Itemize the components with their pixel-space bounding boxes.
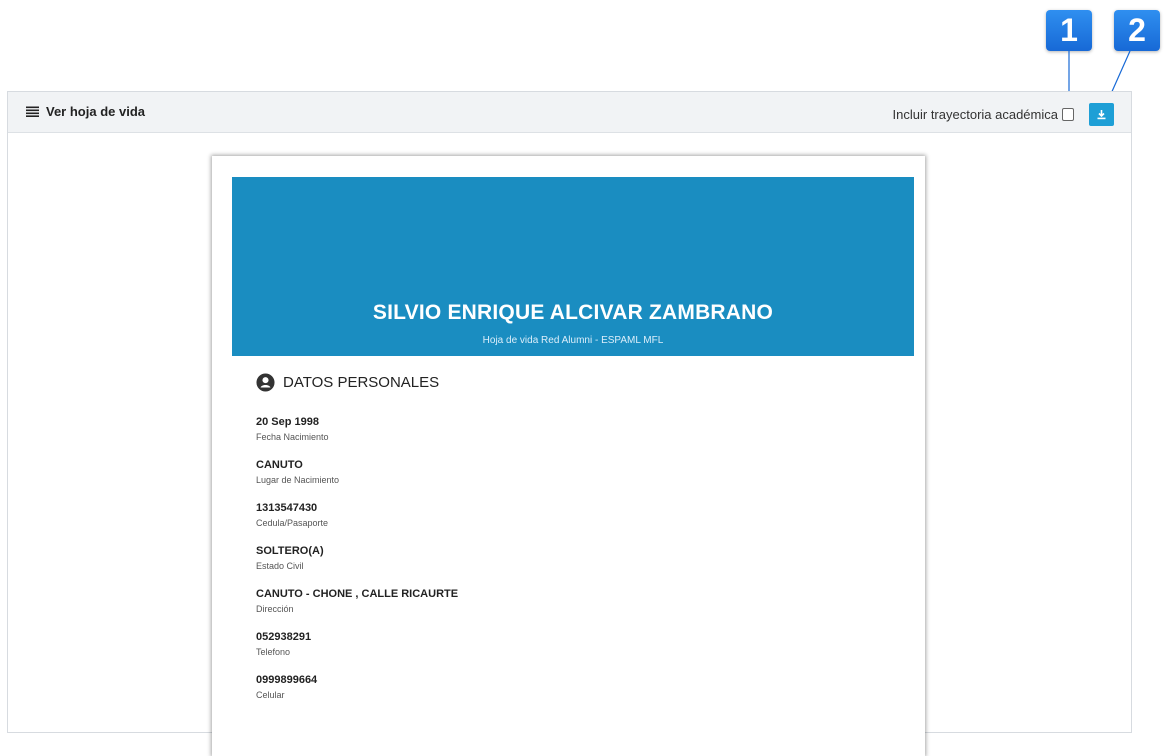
field-mobile: 0999899664 Celular: [256, 674, 317, 700]
panel-title: Ver hoja de vida: [46, 104, 145, 119]
section-title: DATOS PERSONALES: [283, 374, 440, 391]
field-id-number: 1313547430 Cedula/Pasaporte: [256, 502, 328, 528]
callout-badge-1: 1: [1046, 10, 1092, 51]
panel-title-group: Ver hoja de vida: [26, 104, 145, 119]
user-circle-icon: [256, 373, 275, 392]
field-value: 052938291: [256, 631, 312, 643]
field-value: CANUTO: [256, 459, 303, 471]
field-value: SOLTERO(A): [256, 545, 324, 557]
include-academic-label: Incluir trayectoria académica: [892, 107, 1058, 122]
menu-icon: [26, 106, 39, 117]
callout-badge-2: 2: [1114, 10, 1160, 51]
cv-panel: Ver hoja de vida Incluir trayectoria aca…: [7, 91, 1132, 756]
download-button[interactable]: [1089, 103, 1114, 126]
field-label: Telefono: [256, 647, 291, 657]
field-birth-date: 20 Sep 1998 Fecha Nacimiento: [256, 416, 329, 442]
field-phone: 052938291 Telefono: [256, 631, 311, 657]
field-birth-place: CANUTO Lugar de Nacimiento: [256, 459, 339, 485]
field-label: Estado Civil: [256, 561, 304, 571]
field-address: CANUTO - CHONE , CALLE RICAURTE Direcció…: [256, 588, 458, 614]
cv-subtitle: Hoja de vida Red Alumni - ESPAML MFL: [482, 335, 664, 346]
field-label: Lugar de Nacimiento: [256, 475, 340, 485]
field-label: Celular: [256, 690, 285, 700]
panel-header: Ver hoja de vida Incluir trayectoria aca…: [8, 92, 1131, 133]
cv-name: SILVIO ENRIQUE ALCIVAR ZAMBRANO: [372, 301, 774, 324]
download-icon: [1097, 110, 1106, 120]
field-value: 20 Sep 1998: [256, 416, 319, 428]
field-label: Dirección: [256, 604, 294, 614]
field-label: Cedula/Pasaporte: [256, 518, 329, 528]
cv-banner: SILVIO ENRIQUE ALCIVAR ZAMBRANO Hoja de …: [232, 177, 914, 356]
field-label: Fecha Nacimiento: [256, 432, 329, 442]
field-value: CANUTO - CHONE , CALLE RICAURTE: [256, 588, 459, 600]
callout-leader-2: [1109, 50, 1131, 97]
field-value: 1313547430: [256, 502, 318, 514]
field-civil-status: SOLTERO(A) Estado Civil: [256, 545, 324, 571]
field-value: 0999899664: [256, 674, 318, 686]
cv-document: SILVIO ENRIQUE ALCIVAR ZAMBRANO Hoja de …: [212, 156, 925, 756]
section-personal-data: DATOS PERSONALES: [256, 373, 439, 392]
include-academic-checkbox[interactable]: [1062, 108, 1074, 121]
